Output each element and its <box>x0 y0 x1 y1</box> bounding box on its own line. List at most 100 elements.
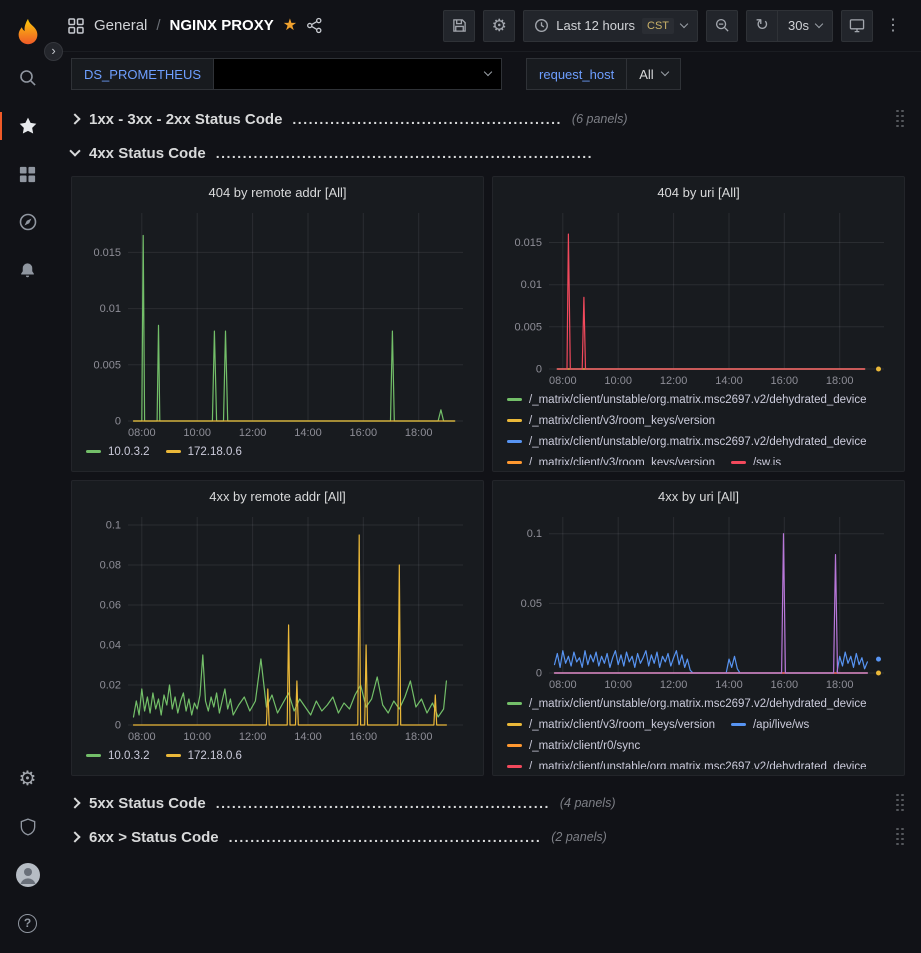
refresh-interval-dropdown[interactable]: 30s <box>778 10 833 42</box>
row-toggle-4xx[interactable]: 4xx Status Code ........................… <box>71 138 905 168</box>
sidebar-item-dashboards[interactable] <box>0 150 55 198</box>
legend-item[interactable]: /_matrix/client/unstable/org.matrix.msc2… <box>507 693 867 714</box>
legend-label: /_matrix/client/unstable/org.matrix.msc2… <box>529 394 867 406</box>
svg-text:0.02: 0.02 <box>100 680 121 692</box>
legend-item[interactable]: /_matrix/client/r0/sync <box>507 735 640 756</box>
panel-chart[interactable]: 00.0050.010.01508:0010:0012:0014:0016:00… <box>82 205 473 441</box>
row-drag-handle[interactable] <box>896 794 905 813</box>
svg-text:0.005: 0.005 <box>514 321 542 333</box>
row-title: 6xx > Status Code <box>89 829 219 846</box>
row-toggle-6xx[interactable]: 6xx > Status Code ......................… <box>71 822 905 852</box>
dashboard-settings-button[interactable]: ⚙ <box>483 10 515 42</box>
row-toggle-5xx[interactable]: 5xx Status Code ........................… <box>71 788 905 818</box>
sidebar-item-profile[interactable] <box>0 851 55 899</box>
svg-text:0.01: 0.01 <box>100 303 121 315</box>
chevron-down-icon <box>660 68 668 76</box>
legend-item[interactable]: /_matrix/client/v3/room_keys/version <box>507 410 715 431</box>
save-dashboard-button[interactable] <box>443 10 475 42</box>
variable-request-host-label[interactable]: request_host <box>526 58 627 90</box>
breadcrumb-section[interactable]: General <box>94 17 147 34</box>
legend-label: /_matrix/client/v3/room_keys/version <box>529 415 715 427</box>
svg-text:10:00: 10:00 <box>183 731 211 743</box>
legend-item[interactable]: /_matrix/client/unstable/org.matrix.msc2… <box>507 431 867 452</box>
kebab-icon: ⋮ <box>885 18 901 34</box>
svg-text:18:00: 18:00 <box>826 679 854 691</box>
legend-item[interactable]: /_matrix/client/unstable/org.matrix.msc2… <box>507 389 867 410</box>
row-title: 4xx Status Code <box>89 145 206 162</box>
panel-title[interactable]: 4xx by remote addr [All] <box>82 485 473 509</box>
panel-title[interactable]: 4xx by uri [All] <box>503 485 894 509</box>
legend-item[interactable]: /_matrix/client/v3/room_keys/version <box>507 452 715 465</box>
svg-text:0.04: 0.04 <box>100 640 121 652</box>
time-range-label: Last 12 hours <box>556 18 635 33</box>
panel-title[interactable]: 404 by uri [All] <box>503 181 894 205</box>
refresh-button[interactable]: ↻ <box>746 10 778 42</box>
legend-item[interactable]: /_matrix/client/unstable/org.matrix.msc2… <box>507 756 867 769</box>
legend-label: 172.18.0.6 <box>188 446 242 458</box>
shield-icon <box>18 817 38 837</box>
share-icon[interactable] <box>306 17 323 34</box>
dashboard-title[interactable]: NGINX PROXY <box>170 17 274 34</box>
row-toggle-1xx-3xx-2xx[interactable]: 1xx - 3xx - 2xx Status Code ............… <box>71 104 905 134</box>
sidebar-item-alerting[interactable] <box>0 246 55 294</box>
monitor-icon <box>849 18 865 33</box>
breadcrumb: General / NGINX PROXY ★ <box>67 17 323 35</box>
panel-chart[interactable]: 00.020.040.060.080.108:0010:0012:0014:00… <box>82 509 473 745</box>
legend-item[interactable]: 10.0.3.2 <box>86 441 150 462</box>
time-range-picker[interactable]: Last 12 hours CST <box>523 10 698 42</box>
sidebar-item-help[interactable]: ? <box>0 899 55 947</box>
legend-color-dash <box>731 723 746 726</box>
svg-text:0.1: 0.1 <box>527 528 542 540</box>
panel-404-by-remote-addr: 404 by remote addr [All] 00.0050.010.015… <box>71 176 484 472</box>
panel-4xx-by-uri: 4xx by uri [All] 00.050.108:0010:0012:00… <box>492 480 905 776</box>
sidebar-expand-button[interactable]: › <box>44 42 63 61</box>
more-options-button[interactable]: ⋮ <box>881 10 905 42</box>
refresh-icon: ↻ <box>755 18 768 34</box>
sidebar-item-starred[interactable] <box>0 102 55 150</box>
sidebar-item-explore[interactable] <box>0 198 55 246</box>
legend-color-dash <box>507 440 522 443</box>
sidebar-item-configuration[interactable]: ⚙ <box>0 755 55 803</box>
legend-label: /_matrix/client/unstable/org.matrix.msc2… <box>529 436 867 448</box>
legend-label: 10.0.3.2 <box>108 446 150 458</box>
sidebar-item-search[interactable] <box>0 54 55 102</box>
panel-chart[interactable]: 00.050.108:0010:0012:0014:0016:0018:00 <box>503 509 894 693</box>
legend-label: /_matrix/client/unstable/org.matrix.msc2… <box>529 761 867 770</box>
row-drag-handle[interactable] <box>896 828 905 847</box>
chevron-right-icon <box>69 831 80 842</box>
favorite-star-icon[interactable]: ★ <box>283 18 297 34</box>
row-drag-handle[interactable] <box>896 110 905 129</box>
legend-color-dash <box>166 450 181 453</box>
legend-color-dash <box>507 702 522 705</box>
dashboard-canvas: 1xx - 3xx - 2xx Status Code ............… <box>55 94 921 953</box>
legend-item[interactable]: 172.18.0.6 <box>166 745 242 766</box>
svg-text:18:00: 18:00 <box>826 375 854 387</box>
datasource-label[interactable]: DS_PROMETHEUS <box>71 58 214 90</box>
panel-chart[interactable]: 00.0050.010.01508:0010:0012:0014:0016:00… <box>503 205 894 389</box>
chevron-down-icon <box>815 19 823 27</box>
toolbar-actions: ⚙ Last 12 hours CST <box>443 10 905 42</box>
svg-text:14:00: 14:00 <box>715 375 743 387</box>
breadcrumb-separator: / <box>156 17 160 34</box>
row-title-dots: ........................................… <box>292 111 561 127</box>
legend-item[interactable]: 10.0.3.2 <box>86 745 150 766</box>
svg-text:14:00: 14:00 <box>715 679 743 691</box>
svg-text:18:00: 18:00 <box>405 731 433 743</box>
legend-item[interactable]: /_matrix/client/v3/room_keys/version <box>507 714 715 735</box>
zoom-out-button[interactable] <box>706 10 738 42</box>
svg-text:10:00: 10:00 <box>604 679 632 691</box>
legend-item[interactable]: 172.18.0.6 <box>166 441 242 462</box>
legend-item[interactable]: /api/live/ws <box>731 714 809 735</box>
tv-mode-button[interactable] <box>841 10 873 42</box>
sidebar-item-server-admin[interactable] <box>0 803 55 851</box>
row-panel-count: (6 panels) <box>572 112 628 126</box>
apps-grid-icon[interactable] <box>67 17 85 35</box>
datasource-select[interactable] <box>214 58 502 90</box>
legend-item[interactable]: /sw.js <box>731 452 781 465</box>
svg-text:10:00: 10:00 <box>183 427 211 439</box>
help-icon: ? <box>18 914 37 933</box>
variables-submenu: DS_PROMETHEUS request_host All <box>55 52 921 94</box>
variable-request-host-select[interactable]: All <box>627 58 680 90</box>
legend-color-dash <box>507 398 522 401</box>
panel-title[interactable]: 404 by remote addr [All] <box>82 181 473 205</box>
